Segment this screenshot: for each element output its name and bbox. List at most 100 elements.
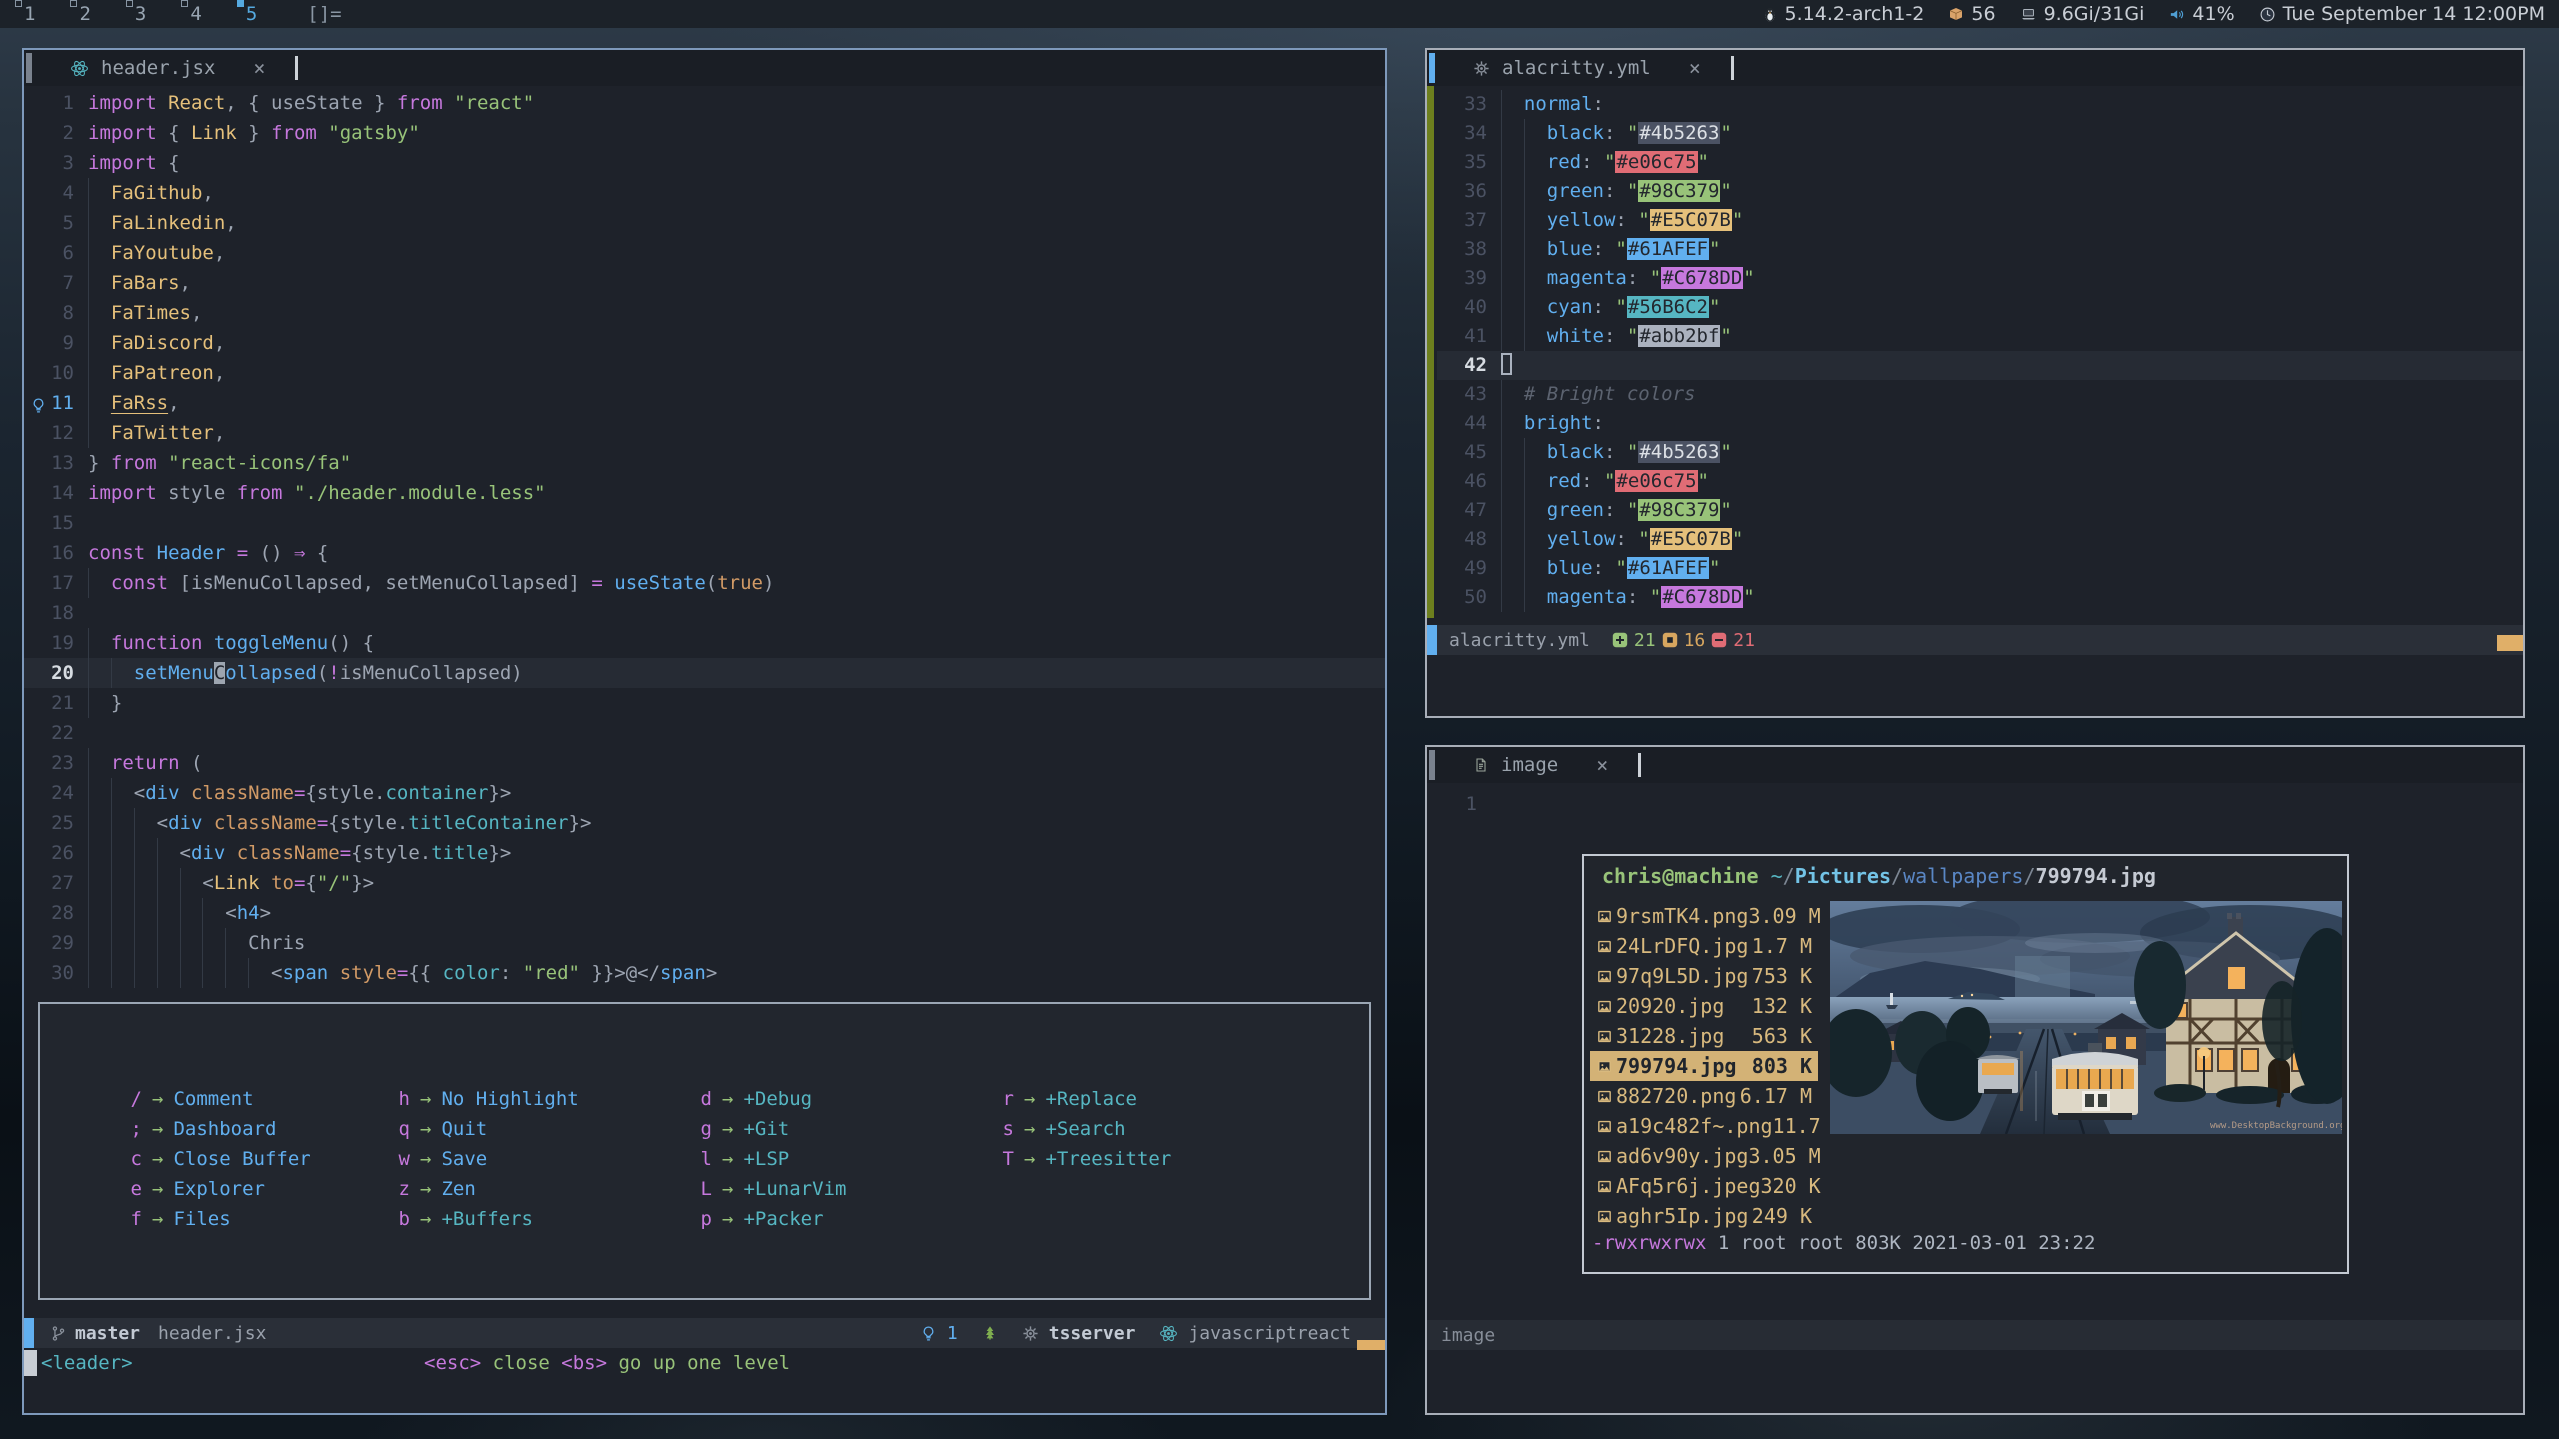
code-line-3[interactable]: 3import { [24, 148, 1385, 178]
whichkey-binding--lunarvim[interactable]: L→+LunarVim [696, 1174, 846, 1204]
scrollbar-indicator[interactable] [2497, 635, 2523, 651]
code-line-15[interactable]: 15 [24, 508, 1385, 538]
code-line-26[interactable]: 26 <div className={style.title}> [24, 838, 1385, 868]
whichkey-binding--treesitter[interactable]: T→+Treesitter [998, 1144, 1171, 1174]
code-line-36[interactable]: 36 green: "#98C379" [1437, 177, 2523, 206]
tab-header-jsx[interactable]: header.jsx × [24, 50, 283, 86]
whichkey-binding-save[interactable]: w→Save [394, 1144, 579, 1174]
whichkey-binding-comment[interactable]: /→Comment [126, 1084, 311, 1114]
git-branch-name[interactable]: master [75, 1323, 140, 1344]
code-line-45[interactable]: 45 black: "#4b5263" [1437, 438, 2523, 467]
file-row-20920.jpg[interactable]: 20920.jpg132 K [1590, 991, 1818, 1021]
layout-indicator[interactable]: []= [307, 3, 341, 25]
code-line-18[interactable]: 18 [24, 598, 1385, 628]
tab-image[interactable]: image × [1427, 747, 1626, 783]
code-line-27[interactable]: 27 <Link to={"/"}> [24, 868, 1385, 898]
file-row-882720.png[interactable]: 882720.png6.17 M [1590, 1081, 1818, 1111]
whichkey-binding-files[interactable]: f→Files [126, 1204, 311, 1234]
close-icon[interactable]: × [1596, 753, 1608, 777]
code-line-43[interactable]: 43 # Bright colors [1437, 380, 2523, 409]
code-line-35[interactable]: 35 red: "#e06c75" [1437, 148, 2523, 177]
close-icon[interactable]: × [1689, 56, 1701, 80]
whichkey-binding--lsp[interactable]: l→+LSP [696, 1144, 846, 1174]
whichkey-binding--replace[interactable]: r→+Replace [998, 1084, 1171, 1114]
code-line-11[interactable]: 11 FaRss, [24, 388, 1385, 418]
code-line-50[interactable]: 50 magenta: "#C678DD" [1437, 583, 2523, 612]
code-line-49[interactable]: 49 blue: "#61AFEF" [1437, 554, 2523, 583]
code-line-17[interactable]: 17 const [isMenuCollapsed, setMenuCollap… [24, 568, 1385, 598]
tab-alacritty-yml[interactable]: alacritty.yml × [1427, 50, 1719, 86]
code-line-42[interactable]: 42 [1437, 351, 2523, 380]
file-row-ad6v90y.jpg[interactable]: ad6v90y.jpg3.05 M [1590, 1141, 1818, 1171]
file-row-97q9L5D.jpg[interactable]: 97q9L5D.jpg753 K [1590, 961, 1818, 991]
code-line-34[interactable]: 34 black: "#4b5263" [1437, 119, 2523, 148]
workspace-button-5[interactable]: 5 [246, 3, 257, 25]
code-line-5[interactable]: 5 FaLinkedin, [24, 208, 1385, 238]
file-row-24LrDFQ.jpg[interactable]: 24LrDFQ.jpg1.7 M [1590, 931, 1818, 961]
code-line-19[interactable]: 19 function toggleMenu() { [24, 628, 1385, 658]
code-line-16[interactable]: 16const Header = () ⇒ { [24, 538, 1385, 568]
code-line-38[interactable]: 38 blue: "#61AFEF" [1437, 235, 2523, 264]
code-line-40[interactable]: 40 cyan: "#56B6C2" [1437, 293, 2523, 322]
file-row-799794.jpg[interactable]: 799794.jpg803 K [1590, 1051, 1818, 1081]
diagnostic-hint-icon[interactable] [920, 1325, 937, 1342]
code-line-9[interactable]: 9 FaDiscord, [24, 328, 1385, 358]
whichkey-binding-zen[interactable]: z→Zen [394, 1174, 579, 1204]
code-line-48[interactable]: 48 yellow: "#E5C07B" [1437, 525, 2523, 554]
line-number: 48 [1437, 525, 1487, 554]
code-line-10[interactable]: 10 FaPatreon, [24, 358, 1385, 388]
code-line-23[interactable]: 23 return ( [24, 748, 1385, 778]
code-line-44[interactable]: 44 bright: [1437, 409, 2523, 438]
file-icon [1473, 757, 1489, 773]
code-line-14[interactable]: 14import style from "./header.module.les… [24, 478, 1385, 508]
code-line-12[interactable]: 12 FaTwitter, [24, 418, 1385, 448]
close-icon[interactable]: × [253, 56, 265, 80]
image-preview-thumbnail: www.DesktopBackground.org [1830, 901, 2342, 1134]
code-line-7[interactable]: 7 FaBars, [24, 268, 1385, 298]
code-line-29[interactable]: 29 Chris [24, 928, 1385, 958]
code-line-21[interactable]: 21 } [24, 688, 1385, 718]
file-row-a19c482f~.png[interactable]: a19c482f~.png11.7 M [1590, 1111, 1818, 1141]
code-line-1[interactable]: 1 [1427, 789, 2523, 819]
whichkey-binding--search[interactable]: s→+Search [998, 1114, 1171, 1144]
workspace-button-4[interactable]: 4 [190, 3, 201, 25]
whichkey-binding--packer[interactable]: p→+Packer [696, 1204, 846, 1234]
code-line-22[interactable]: 22 [24, 718, 1385, 748]
code-line-1[interactable]: 1import React, { useState } from "react" [24, 88, 1385, 118]
code-line-41[interactable]: 41 white: "#abb2bf" [1437, 322, 2523, 351]
file-row-9rsmTK4.png[interactable]: 9rsmTK4.png3.09 M [1590, 901, 1818, 931]
line-number: 17 [24, 568, 74, 598]
whichkey-binding-explorer[interactable]: e→Explorer [126, 1174, 311, 1204]
whichkey-binding-dashboard[interactable]: ;→Dashboard [126, 1114, 311, 1144]
whichkey-binding--git[interactable]: g→+Git [696, 1114, 846, 1144]
code-line-47[interactable]: 47 green: "#98C379" [1437, 496, 2523, 525]
whichkey-binding-no-highlight[interactable]: h→No Highlight [394, 1084, 579, 1114]
file-row-31228.jpg[interactable]: 31228.jpg563 K [1590, 1021, 1818, 1051]
code-line-33[interactable]: 33 normal: [1437, 90, 2523, 119]
whichkey-binding--debug[interactable]: d→+Debug [696, 1084, 846, 1114]
workspace-button-2[interactable]: 2 [79, 3, 90, 25]
code-line-39[interactable]: 39 magenta: "#C678DD" [1437, 264, 2523, 293]
whichkey-binding-close-buffer[interactable]: c→Close Buffer [126, 1144, 311, 1174]
whichkey-binding-quit[interactable]: q→Quit [394, 1114, 579, 1144]
code-line-30[interactable]: 30 <span style={{ color: "red" }}>@</spa… [24, 958, 1385, 988]
code-buffer-alacritty: 33 normal:34 black: "#4b5263"35 red: "#e… [1427, 90, 2523, 612]
line-number: 30 [24, 958, 74, 988]
code-line-6[interactable]: 6 FaYoutube, [24, 238, 1385, 268]
code-line-13[interactable]: 13} from "react-icons/fa" [24, 448, 1385, 478]
whichkey-binding--buffers[interactable]: b→+Buffers [394, 1204, 579, 1234]
code-line-37[interactable]: 37 yellow: "#E5C07B" [1437, 206, 2523, 235]
file-row-aghr5Ip.jpg[interactable]: aghr5Ip.jpg249 K [1590, 1201, 1818, 1231]
code-line-46[interactable]: 46 red: "#e06c75" [1437, 467, 2523, 496]
code-line-4[interactable]: 4 FaGithub, [24, 178, 1385, 208]
workspace-button-3[interactable]: 3 [135, 3, 146, 25]
code-line-24[interactable]: 24 <div className={style.container}> [24, 778, 1385, 808]
code-line-28[interactable]: 28 <h4> [24, 898, 1385, 928]
code-line-2[interactable]: 2import { Link } from "gatsby" [24, 118, 1385, 148]
code-line-20[interactable]: 20 setMenuCollapsed(!isMenuCollapsed) [24, 658, 1385, 688]
file-row-AFq5r6j.jpeg[interactable]: AFq5r6j.jpeg320 K [1590, 1171, 1818, 1201]
code-line-25[interactable]: 25 <div className={style.titleContainer}… [24, 808, 1385, 838]
command-line[interactable]: <leader> <esc> close <bs> go up one leve… [24, 1348, 1385, 1378]
workspace-button-1[interactable]: 1 [24, 3, 35, 25]
code-line-8[interactable]: 8 FaTimes, [24, 298, 1385, 328]
